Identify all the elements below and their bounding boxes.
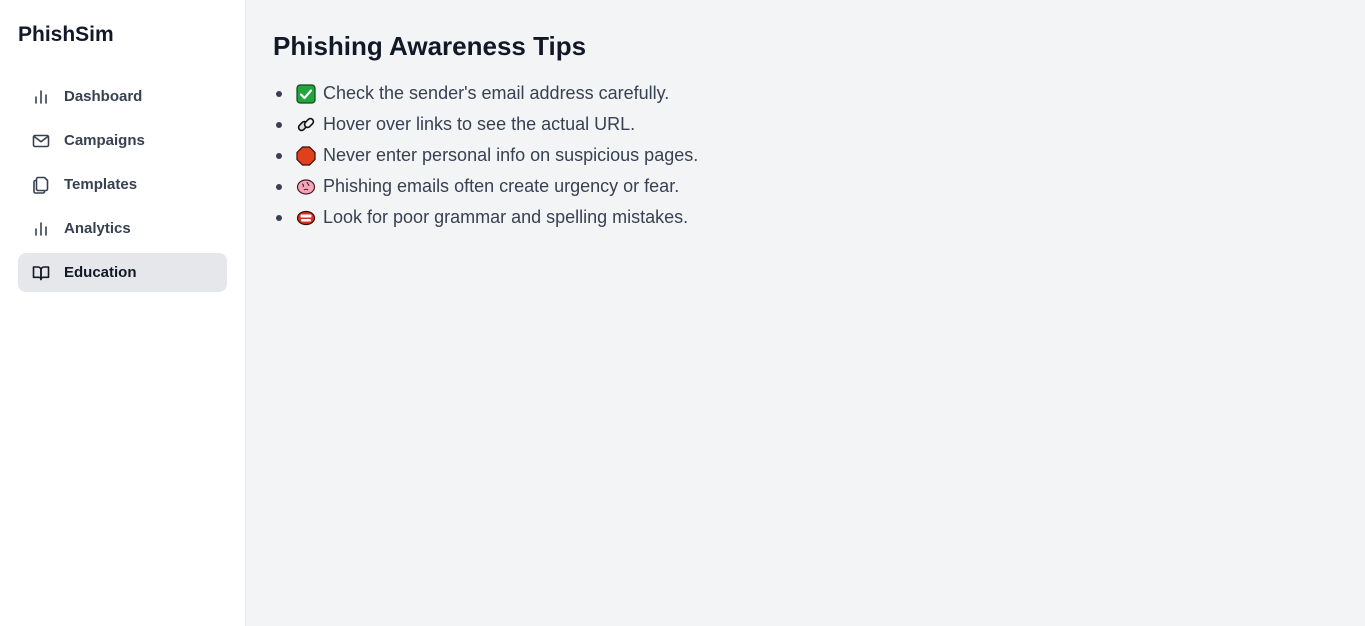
app-logo[interactable]: PhishSim bbox=[18, 22, 227, 48]
bullet-icon bbox=[276, 183, 282, 190]
page-title: Phishing Awareness Tips bbox=[273, 31, 587, 61]
sidebar: PhishSim Dashboard Campaigns Templates A… bbox=[0, 0, 246, 626]
brain-icon bbox=[296, 177, 316, 197]
bullet-icon bbox=[276, 121, 282, 128]
bullet-icon bbox=[276, 214, 282, 221]
tips-list: Check the sender's email address careful… bbox=[273, 78, 1365, 233]
sidebar-item-label: Campaigns bbox=[64, 132, 145, 149]
bar-chart-icon bbox=[32, 88, 50, 106]
sidebar-item-label: Dashboard bbox=[64, 88, 143, 105]
sidebar-nav: Dashboard Campaigns Templates Analytics bbox=[18, 77, 227, 292]
stop-sign-icon bbox=[296, 145, 316, 166]
app-root: PhishSim Dashboard Campaigns Templates A… bbox=[0, 0, 1365, 626]
sidebar-item-label: Templates bbox=[64, 176, 138, 193]
bar-chart-icon bbox=[32, 220, 50, 238]
list-item: Phishing emails often create urgency or … bbox=[273, 171, 1365, 202]
list-item: Never enter personal info on suspicious … bbox=[273, 140, 1365, 171]
mouth-icon bbox=[296, 208, 316, 228]
book-open-icon bbox=[32, 264, 50, 282]
tip-text: Never enter personal info on suspicious … bbox=[323, 145, 699, 165]
main-content: Phishing Awareness Tips Check the sender… bbox=[246, 0, 1365, 626]
sidebar-item-analytics[interactable]: Analytics bbox=[18, 209, 227, 248]
list-item: Hover over links to see the actual URL. bbox=[273, 109, 1365, 140]
link-icon bbox=[296, 115, 316, 135]
sidebar-item-dashboard[interactable]: Dashboard bbox=[18, 77, 227, 116]
tip-text: Check the sender's email address careful… bbox=[323, 83, 670, 103]
sidebar-item-label: Education bbox=[64, 264, 137, 281]
sidebar-item-education[interactable]: Education bbox=[18, 253, 227, 292]
copy-icon bbox=[32, 176, 50, 194]
bullet-icon bbox=[276, 152, 282, 159]
tip-text: Phishing emails often create urgency or … bbox=[323, 176, 680, 196]
sidebar-item-templates[interactable]: Templates bbox=[18, 165, 227, 204]
list-item: Look for poor grammar and spelling mista… bbox=[273, 202, 1365, 233]
bullet-icon bbox=[276, 90, 282, 97]
mail-icon bbox=[32, 132, 50, 150]
sidebar-item-campaigns[interactable]: Campaigns bbox=[18, 121, 227, 160]
check-mark-icon bbox=[296, 83, 316, 104]
list-item: Check the sender's email address careful… bbox=[273, 78, 1365, 109]
sidebar-item-label: Analytics bbox=[64, 220, 131, 237]
tip-text: Look for poor grammar and spelling mista… bbox=[323, 207, 689, 227]
tip-text: Hover over links to see the actual URL. bbox=[323, 114, 636, 134]
